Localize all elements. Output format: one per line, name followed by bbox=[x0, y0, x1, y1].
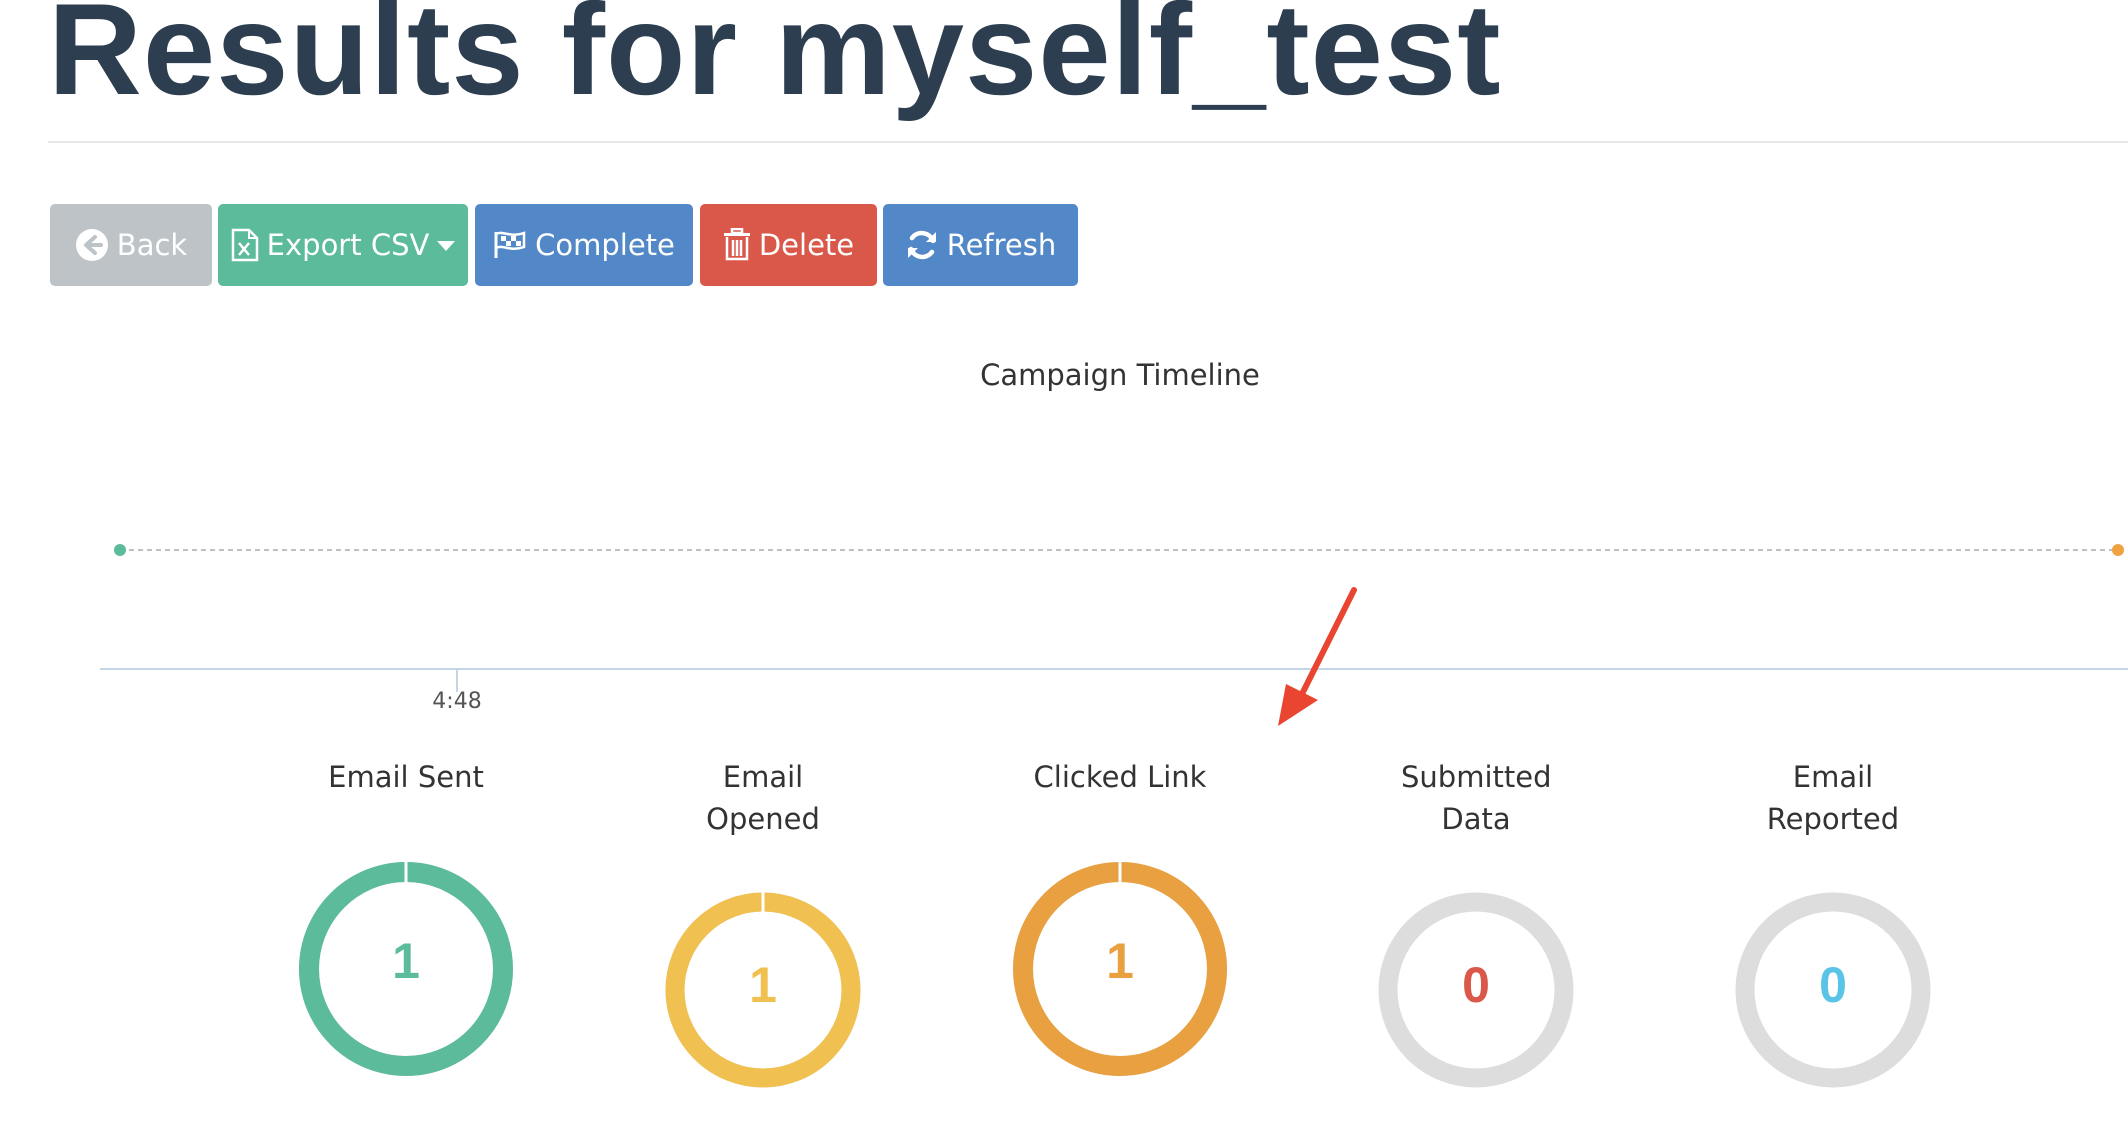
refresh-button[interactable]: Refresh bbox=[883, 204, 1078, 286]
arrow-circle-left-icon bbox=[75, 228, 109, 262]
donut-chart: 1 bbox=[299, 862, 513, 1076]
delete-button[interactable]: Delete bbox=[700, 204, 877, 286]
stat-value: 1 bbox=[392, 933, 420, 989]
flag-checkered-icon bbox=[493, 230, 527, 260]
timeline-tick-label: 4:48 bbox=[432, 689, 481, 714]
stat-label: Email Reported bbox=[1766, 760, 1900, 836]
campaign-timeline-chart: 4:48 bbox=[100, 544, 2128, 714]
stat-label: Email Opened bbox=[706, 760, 820, 836]
donut-chart: 1 bbox=[1013, 862, 1227, 1076]
stat-value: 1 bbox=[749, 957, 777, 1013]
stat-label: Clicked Link bbox=[1033, 760, 1207, 794]
donut-chart: 0 bbox=[1378, 892, 1574, 1088]
stat-label: Submitted Data bbox=[1401, 760, 1552, 836]
refresh-label: Refresh bbox=[946, 228, 1057, 262]
stat-value: 0 bbox=[1462, 957, 1490, 1013]
stat-email-sent: Email Sent 1 bbox=[246, 756, 566, 1076]
back-button[interactable]: Back bbox=[50, 204, 212, 286]
export-csv-button[interactable]: Export CSV bbox=[218, 204, 468, 286]
page-title: Results for myself_test bbox=[48, 0, 1502, 122]
donut-chart: 0 bbox=[1735, 892, 1931, 1088]
timeline-title: Campaign Timeline bbox=[980, 358, 1260, 392]
results-page: Results for myself_test Back Export CSV bbox=[0, 0, 2128, 1130]
title-divider bbox=[48, 141, 2128, 143]
donut-chart: 1 bbox=[665, 892, 861, 1088]
stat-submitted-data: Submitted Data 0 bbox=[1316, 756, 1636, 1088]
caret-down-icon bbox=[437, 241, 456, 251]
stat-label: Email Sent bbox=[328, 760, 484, 794]
stat-email-opened: Email Opened 1 bbox=[603, 756, 923, 1088]
delete-label: Delete bbox=[758, 228, 855, 262]
stat-value: 1 bbox=[1106, 933, 1134, 989]
stat-email-reported: Email Reported 0 bbox=[1673, 756, 1993, 1088]
annotation-arrow bbox=[1278, 587, 1357, 726]
refresh-icon bbox=[905, 228, 939, 262]
file-excel-icon bbox=[231, 228, 259, 262]
stat-clicked-link: Clicked Link 1 bbox=[960, 756, 1280, 1076]
back-label: Back bbox=[116, 228, 188, 262]
timeline-start-point[interactable] bbox=[114, 544, 126, 556]
trash-icon bbox=[723, 228, 751, 262]
complete-label: Complete bbox=[535, 228, 675, 262]
stat-value: 0 bbox=[1819, 957, 1847, 1013]
timeline-end-point[interactable] bbox=[2112, 544, 2124, 556]
complete-button[interactable]: Complete bbox=[475, 204, 693, 286]
export-label: Export CSV bbox=[266, 228, 430, 262]
